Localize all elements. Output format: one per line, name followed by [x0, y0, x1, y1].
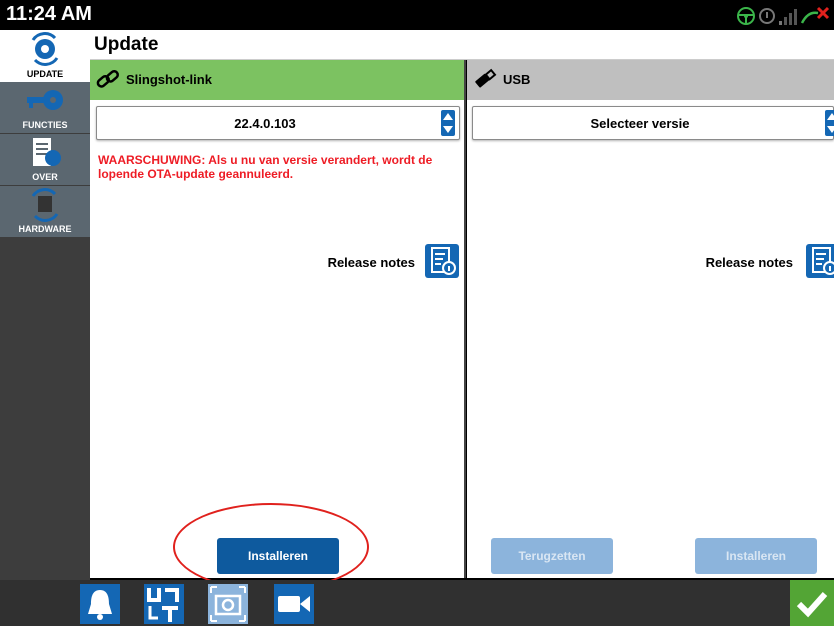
sidebar-item-functies[interactable]: FUNCTIES [0, 82, 90, 134]
panel-header: USB [467, 60, 834, 100]
universal-terminal-button[interactable] [144, 584, 184, 624]
sidebar-item-label: FUNCTIES [22, 120, 68, 130]
clock: 11:24 AM [6, 3, 92, 25]
document-info-icon [812, 247, 834, 275]
status-icons [736, 4, 830, 28]
steering-wheel-icon [737, 7, 755, 25]
slingshot-panel: Slingshot-link 22.4.0.103 WAARSCHUWING: … [90, 60, 466, 578]
warning-message: WAARSCHUWING: Als u nu van versie verand… [98, 153, 433, 181]
key-icon [27, 90, 63, 110]
camera-button[interactable] [274, 584, 314, 624]
release-notes-button[interactable] [425, 244, 459, 278]
version-placeholder: Selecteer versie [590, 116, 690, 131]
up-down-arrows-icon[interactable] [441, 110, 455, 136]
panel-title: Slingshot-link [126, 72, 212, 87]
status-bar: 11:24 AM [0, 0, 834, 30]
sidebar-item-label: UPDATE [26, 69, 64, 79]
camera-icon [278, 596, 310, 612]
usb-panel: USB Selecteer versie Release notes Terug… [467, 60, 834, 578]
version-select[interactable]: 22.4.0.103 [96, 106, 460, 140]
install-button[interactable]: Installeren [695, 538, 817, 574]
checkmark-icon [796, 591, 828, 618]
sidebar-item-label: OVER [32, 172, 58, 182]
document-gear-icon [33, 138, 61, 166]
bottom-bar [0, 580, 834, 626]
version-select[interactable]: Selecteer versie [472, 106, 834, 140]
panel-header: Slingshot-link [90, 60, 464, 100]
sidebar-item-over[interactable]: OVER [0, 134, 90, 186]
sidebar-item-label: HARDWARE [18, 224, 72, 234]
confirm-button[interactable] [790, 580, 834, 626]
hardware-sync-icon [31, 188, 59, 222]
screenshot-icon [210, 586, 246, 622]
release-notes-label: Release notes [705, 255, 793, 270]
usb-icon [475, 68, 497, 88]
highlight-ring [173, 503, 369, 591]
ut-icon [147, 588, 179, 622]
signal-strength-icon [779, 9, 797, 25]
release-notes-button[interactable] [806, 244, 834, 278]
revert-button[interactable]: Terugzetten [491, 538, 613, 574]
sidebar-item-hardware[interactable]: HARDWARE [0, 186, 90, 238]
sidebar: UPDATE FUNCTIES OVER HARDWARE [0, 30, 90, 580]
connection-error-icon [800, 6, 830, 24]
release-notes: Release notes [467, 244, 834, 278]
sidebar-item-update[interactable]: UPDATE [0, 30, 90, 82]
gps-info-icon [759, 8, 775, 24]
release-notes: Release notes [90, 244, 462, 278]
version-value: 22.4.0.103 [234, 116, 296, 131]
screenshot-button[interactable] [208, 584, 248, 624]
link-icon [96, 70, 119, 88]
gear-sync-icon [31, 32, 59, 66]
page-header: Update [90, 30, 834, 60]
release-notes-label: Release notes [327, 255, 415, 270]
alarm-button[interactable] [80, 584, 120, 624]
bell-icon [88, 590, 112, 620]
up-down-arrows-icon[interactable] [825, 110, 834, 136]
document-info-icon [431, 247, 456, 275]
panel-title: USB [503, 72, 531, 87]
page-title: Update [94, 34, 159, 55]
